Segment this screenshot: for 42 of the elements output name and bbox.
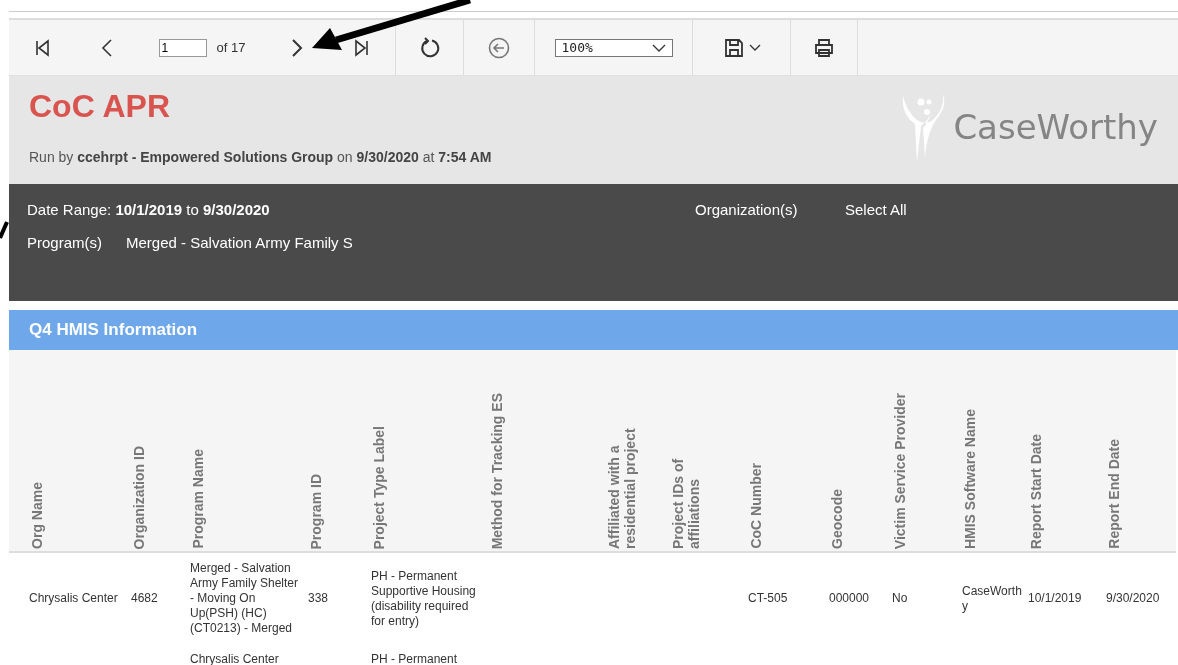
column-header: Geocode: [829, 489, 845, 549]
column-header: Program ID: [308, 473, 324, 549]
column-header: Project IDs of affiliations: [670, 457, 702, 549]
column-header: Victim Service Provider: [892, 392, 908, 549]
date-range-text: Date Range: 10/1/2019 to 9/30/2020: [27, 201, 271, 220]
column-header: Report End Date: [1106, 439, 1122, 549]
programs-value: Merged - Salvation Army Family S: [126, 234, 353, 253]
section-title: Q4 HMIS Information: [29, 320, 198, 340]
table-cell-text: CT-505: [748, 590, 789, 607]
table-cell-text: 000000: [829, 590, 871, 607]
table-cell-text: 4682: [131, 590, 159, 607]
column-header: Project Type Label: [371, 425, 387, 549]
logo-text: CaseWorthy: [953, 107, 1158, 147]
printer-icon: [813, 36, 835, 59]
table-cell-text: Chrysalis Center: [29, 590, 119, 607]
zoom-select[interactable]: 100%: [554, 38, 673, 57]
table-cell-text: 10/1/2019: [1028, 590, 1083, 607]
column-header: Affiliated with a residential project: [606, 427, 638, 549]
table-cell-text: Merged - Salvation Army Family Shelter - Moving On Up(PSH) (HC)(CT0213) - Merged: [190, 560, 300, 637]
table-cell-text: Chrysalis Center: [190, 651, 280, 665]
table-cell-text: CaseWorthy: [962, 582, 1023, 615]
column-header: Method for Tracking ES: [489, 392, 505, 549]
caret-icon: [748, 43, 761, 52]
page-count: of 17: [216, 40, 246, 55]
column-header: CoC Number: [748, 463, 764, 549]
column-header: HMIS Software Name: [962, 408, 978, 549]
organizations-value: Select All: [845, 201, 908, 220]
table-cell-text: 9/30/2020: [1106, 590, 1161, 607]
column-header: Organization ID: [131, 445, 147, 549]
page-number-field[interactable]: 1: [158, 38, 207, 57]
report-title: CoC APR: [29, 88, 172, 125]
table-cell-text: No: [892, 590, 909, 607]
organizations-label: Organization(s): [695, 201, 799, 220]
run-by-text: Run by ccehrpt - Empowered Solutions Group on 9/30/2020 at 7:54 AM: [29, 149, 492, 165]
table-cell-text: PH - Permanent Supportive Housing (disability required for entry): [371, 567, 477, 630]
caret-icon: [651, 43, 666, 52]
column-header: Program Name: [190, 449, 206, 549]
column-header: Org Name: [29, 482, 45, 549]
table-cell-text: 338: [308, 590, 330, 607]
column-header: Report Start Date: [1028, 433, 1044, 549]
table-cell-text: PH - Permanent: [371, 651, 459, 665]
programs-label: Program(s): [27, 234, 102, 253]
